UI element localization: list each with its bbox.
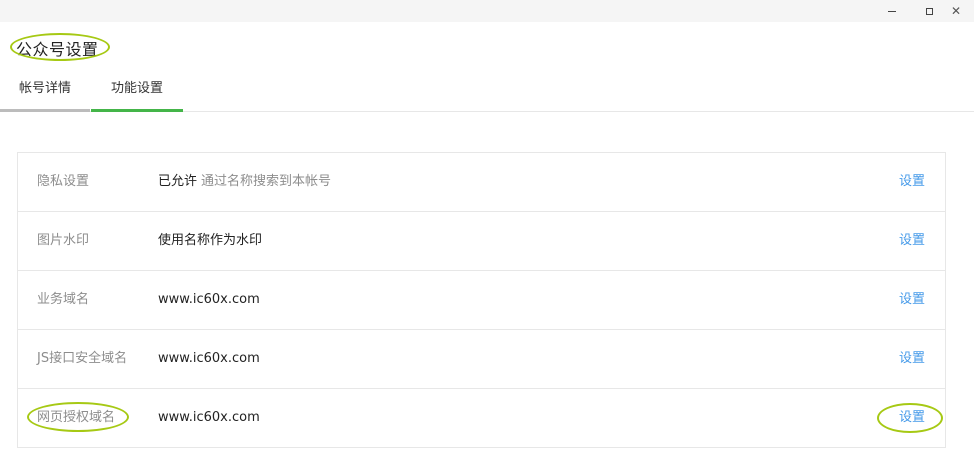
minimize-button[interactable] bbox=[874, 0, 910, 22]
tab-account-details[interactable]: 帐号详情 bbox=[0, 70, 90, 112]
window-titlebar: ✕ bbox=[0, 0, 974, 22]
tab-bar: 帐号详情 功能设置 bbox=[0, 70, 974, 112]
privacy-description: 通过名称搜索到本帐号 bbox=[201, 174, 332, 189]
settings-row-js-domain: JS接口安全域名 www.ic60x.com 设置 bbox=[18, 330, 945, 389]
row-value: 使用名称作为水印 bbox=[158, 233, 263, 248]
maximize-icon bbox=[925, 7, 933, 15]
minimize-icon bbox=[888, 10, 896, 12]
settings-row-business-domain: 业务域名 www.ic60x.com 设置 bbox=[18, 271, 945, 330]
close-button[interactable]: ✕ bbox=[938, 0, 974, 22]
settings-row-watermark: 图片水印 使用名称作为水印 设置 bbox=[18, 212, 945, 271]
oauth-domain-settings-link[interactable]: 设置 bbox=[899, 389, 925, 447]
close-icon: ✕ bbox=[950, 4, 962, 18]
tab-feature-settings[interactable]: 功能设置 bbox=[91, 70, 183, 112]
row-label: JS接口安全域名 bbox=[37, 351, 128, 366]
js-domain-settings-link[interactable]: 设置 bbox=[899, 330, 925, 388]
privacy-status: 已允许 bbox=[158, 174, 198, 189]
title-highlight-ring bbox=[10, 33, 110, 61]
settings-row-oauth-domain: 网页授权域名 www.ic60x.com 设置 bbox=[18, 389, 945, 448]
business-domain-settings-link[interactable]: 设置 bbox=[899, 271, 925, 329]
row-value: www.ic60x.com bbox=[158, 410, 260, 425]
privacy-settings-link[interactable]: 设置 bbox=[899, 153, 925, 211]
row-label: 隐私设置 bbox=[37, 174, 90, 189]
settings-row-privacy: 隐私设置 已允许 通过名称搜索到本帐号 设置 bbox=[18, 153, 945, 212]
row-value: www.ic60x.com bbox=[158, 292, 260, 307]
row-value: 已允许 通过名称搜索到本帐号 bbox=[158, 153, 331, 211]
row-label: 图片水印 bbox=[37, 233, 90, 248]
row-value: www.ic60x.com bbox=[158, 351, 260, 366]
row-label: 业务域名 bbox=[37, 292, 90, 307]
row-label: 网页授权域名 bbox=[37, 410, 116, 425]
settings-table: 隐私设置 已允许 通过名称搜索到本帐号 设置 图片水印 使用名称作为水印 设置 业… bbox=[17, 152, 946, 448]
watermark-settings-link[interactable]: 设置 bbox=[899, 212, 925, 270]
